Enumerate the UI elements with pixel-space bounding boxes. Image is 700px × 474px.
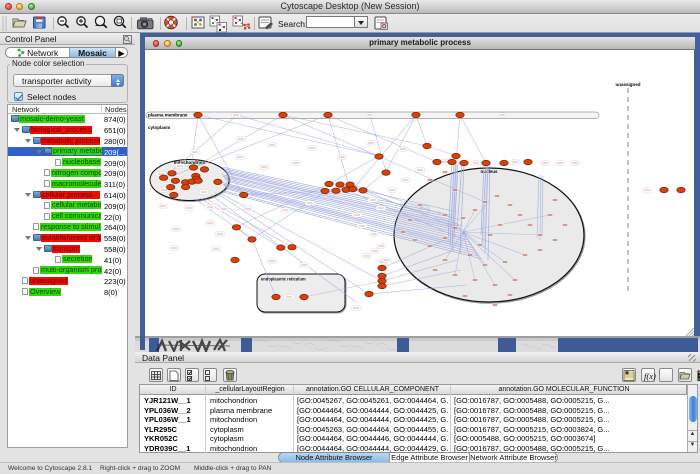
svg-text:nucleus: nucleus xyxy=(480,169,498,174)
svg-text:cytoplasm: cytoplasm xyxy=(148,125,170,130)
svg-text:f(x): f(x) xyxy=(644,371,656,381)
svg-text:plasma membrane: plasma membrane xyxy=(148,113,188,118)
svg-text:unassigned: unassigned xyxy=(615,82,640,87)
